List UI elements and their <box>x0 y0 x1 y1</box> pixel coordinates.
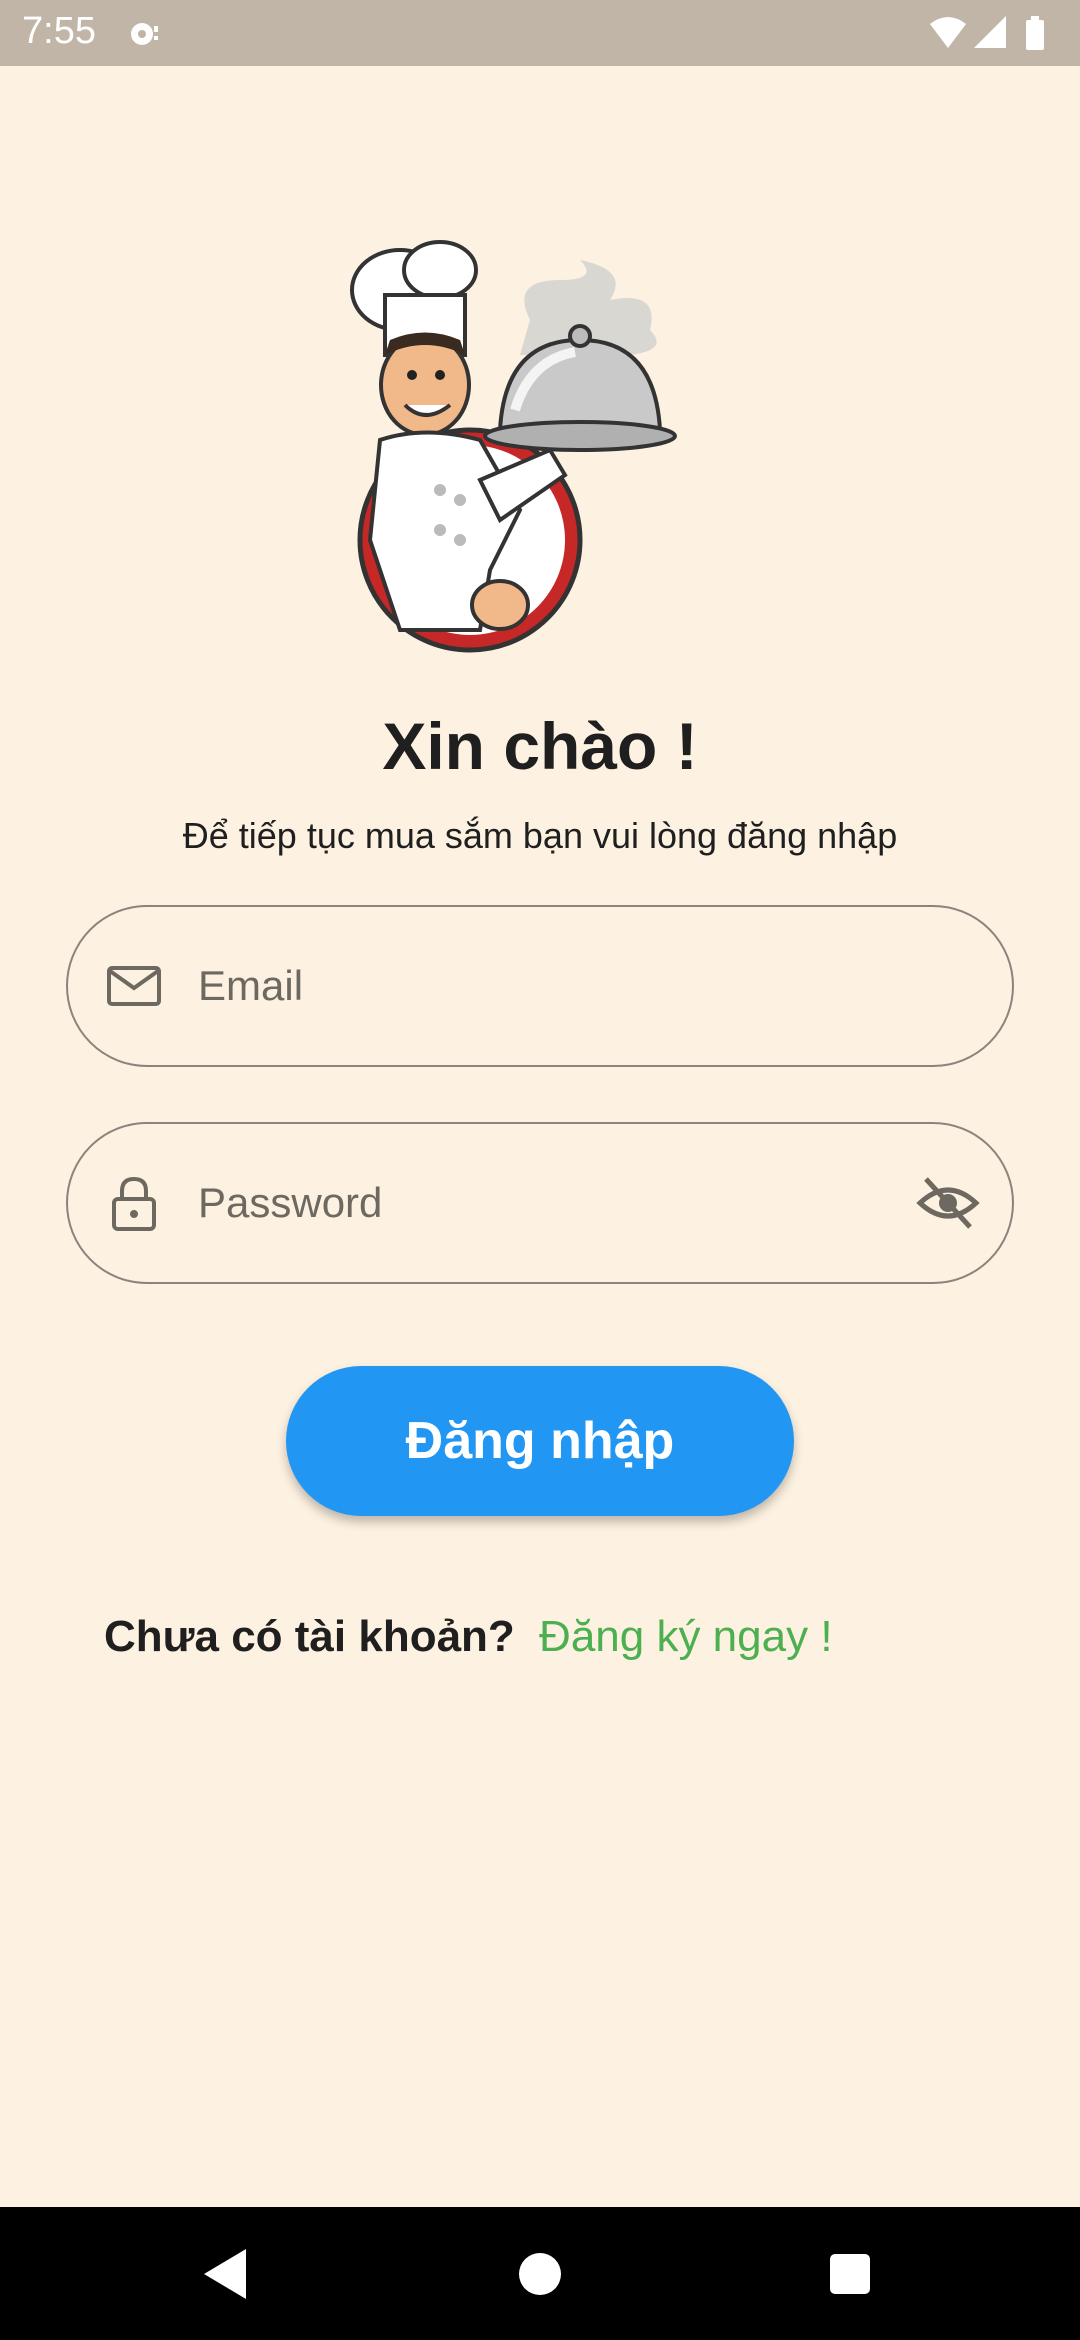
navigation-bar <box>0 2207 1080 2340</box>
signup-row: Chưa có tài khoản? Đăng ký ngay ! <box>104 1612 833 1662</box>
back-icon[interactable] <box>200 2247 250 2301</box>
notification-icon <box>131 23 158 45</box>
email-input[interactable] <box>198 907 898 1065</box>
login-button[interactable]: Đăng nhập <box>286 1366 794 1516</box>
password-field[interactable] <box>66 1122 1014 1284</box>
chef-logo <box>350 240 677 653</box>
status-icons <box>930 16 1044 50</box>
wifi-icon <box>930 17 966 48</box>
page-subtitle: Để tiếp tục mua sắm bạn vui lòng đăng nh… <box>182 815 898 856</box>
status-time: 7:55 <box>22 10 96 52</box>
battery-icon <box>1026 20 1044 50</box>
home-icon[interactable] <box>519 2253 561 2295</box>
signup-link[interactable]: Đăng ký ngay ! <box>539 1612 833 1661</box>
login-screen: 7:55 Xin chào ! Để tiếp tục mua sắm bạn … <box>0 0 1080 2340</box>
password-input[interactable] <box>198 1124 898 1282</box>
status-bar: 7:55 <box>0 0 1080 66</box>
recents-icon[interactable] <box>830 2254 870 2294</box>
mail-icon <box>107 966 161 1006</box>
signal-icon <box>974 16 1006 48</box>
eye-off-icon[interactable] <box>916 1171 980 1235</box>
page-title: Xin chào ! <box>382 709 698 783</box>
email-field[interactable] <box>66 905 1014 1067</box>
lock-icon <box>112 1176 156 1231</box>
signup-question: Chưa có tài khoản? <box>104 1612 515 1661</box>
